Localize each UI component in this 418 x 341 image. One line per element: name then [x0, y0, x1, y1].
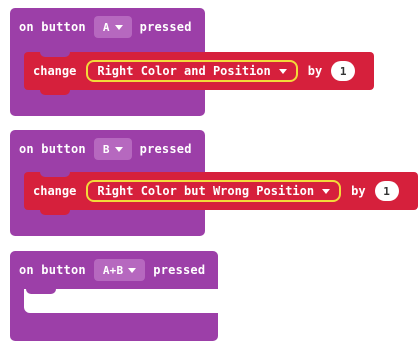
event-block-body[interactable]: on button A+B pressed	[10, 251, 218, 341]
event-prefix-label: on button	[19, 263, 86, 277]
change-keyword: change	[33, 64, 77, 78]
button-dropdown-value: A+B	[102, 263, 124, 277]
chevron-down-icon	[128, 267, 137, 273]
button-dropdown[interactable]: A+B	[93, 259, 146, 281]
event-suffix-label: pressed	[153, 263, 206, 277]
button-dropdown-value: B	[102, 142, 110, 156]
chevron-down-icon	[114, 146, 123, 152]
change-variable-block[interactable]: change Right Color and Position by 1	[24, 52, 374, 95]
variable-name: Right Color and Position	[97, 64, 271, 78]
variable-name: Right Color but Wrong Position	[97, 184, 315, 198]
value-input[interactable]: 1	[374, 181, 399, 201]
block-notch	[40, 210, 70, 215]
event-block-button-b[interactable]: on button B pressed change Right Color b…	[10, 130, 418, 238]
button-dropdown[interactable]: B	[93, 138, 132, 160]
block-notch	[40, 52, 70, 57]
variable-dropdown[interactable]: Right Color but Wrong Position	[86, 180, 342, 202]
value-input[interactable]: 1	[331, 61, 356, 81]
event-header: on button A pressed	[10, 8, 205, 46]
block-notch	[40, 90, 70, 95]
chevron-down-icon	[114, 24, 123, 30]
block-notch	[26, 289, 56, 294]
chevron-down-icon	[278, 68, 287, 74]
change-variable-block[interactable]: change Right Color but Wrong Position by…	[24, 172, 418, 215]
event-suffix-label: pressed	[139, 20, 192, 34]
event-block-button-ab[interactable]: on button A+B pressed	[10, 251, 220, 341]
event-header: on button A+B pressed	[10, 251, 218, 289]
event-header: on button B pressed	[10, 130, 205, 168]
variable-dropdown[interactable]: Right Color and Position	[86, 60, 298, 82]
block-notch	[40, 172, 70, 177]
button-dropdown-value: A	[102, 20, 110, 34]
button-dropdown[interactable]: A	[93, 16, 132, 38]
event-block-button-a[interactable]: on button A pressed change Right Color a…	[10, 8, 400, 118]
by-label: by	[351, 184, 366, 198]
change-keyword: change	[33, 184, 77, 198]
chevron-down-icon	[322, 188, 331, 194]
event-prefix-label: on button	[19, 142, 86, 156]
event-prefix-label: on button	[19, 20, 86, 34]
event-suffix-label: pressed	[139, 142, 192, 156]
by-label: by	[307, 64, 323, 78]
